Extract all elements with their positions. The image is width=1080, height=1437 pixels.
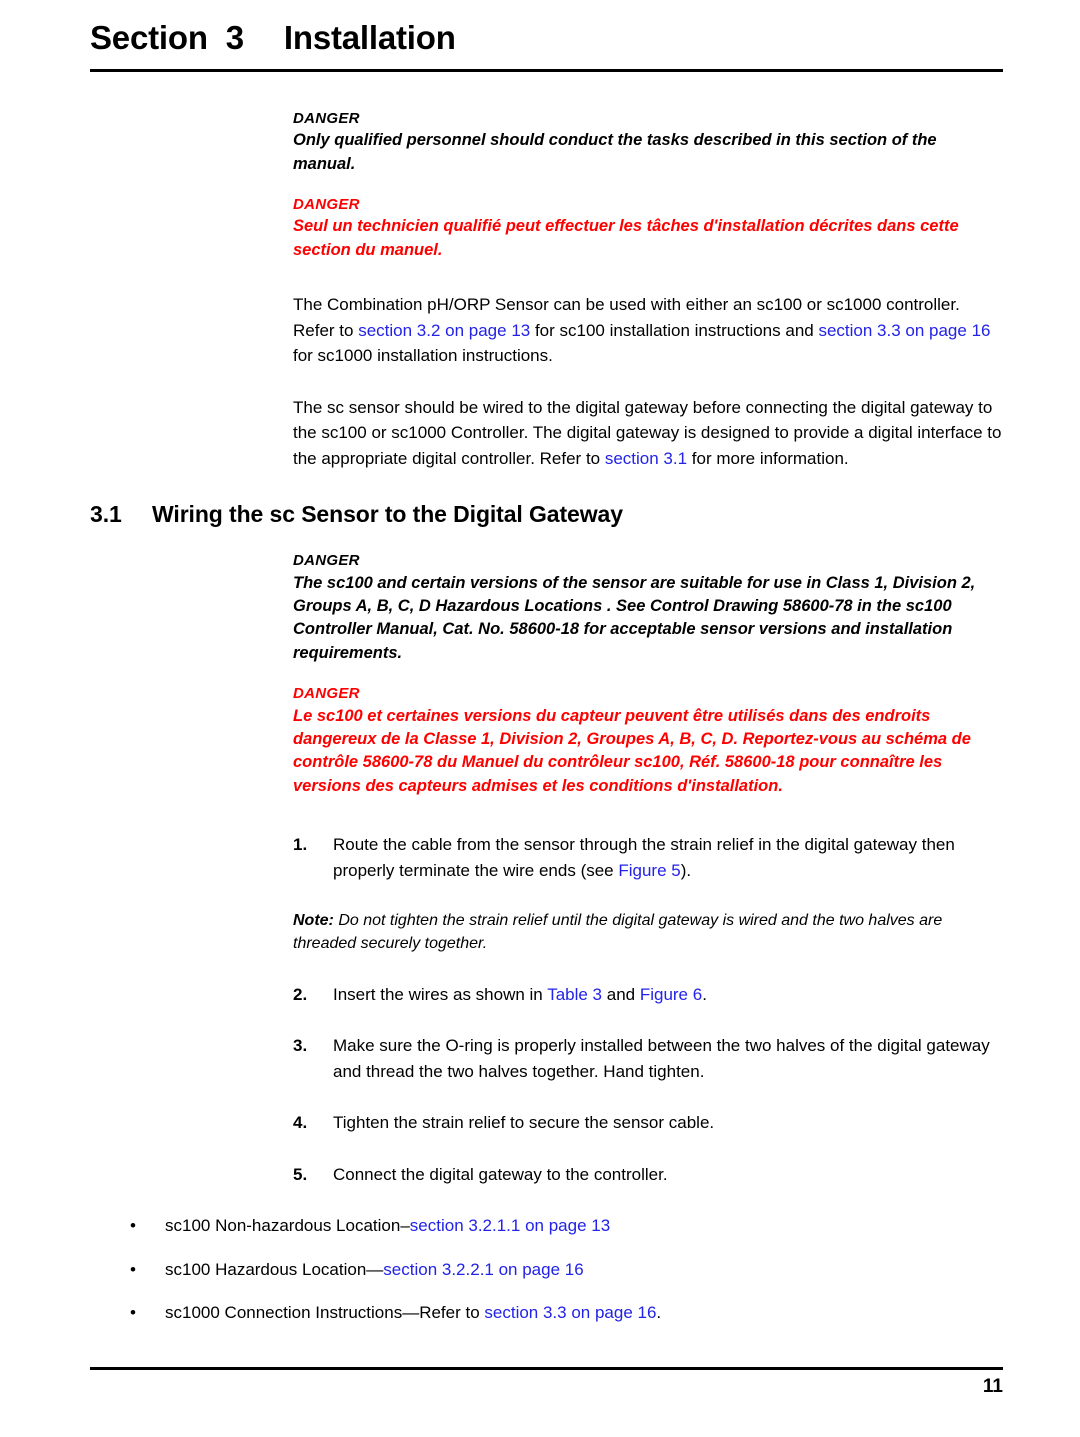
step-text: Tighten the strain relief to secure the … [333, 1113, 715, 1133]
paragraph-text: for more information. [687, 448, 849, 468]
danger-body: Le sc100 et certaines versions du capteu… [293, 706, 971, 795]
section-title: Wiring the sc Sensor to the Digital Gate… [152, 501, 623, 528]
bullet-text: sc1000 Connection Instructions—Refer to … [165, 1300, 840, 1326]
step-text-part: and [602, 984, 640, 1004]
xref-section-3-2-2-1-page-16[interactable]: section 3.2.2.1 on page 16 [383, 1260, 583, 1279]
danger-label: DANGER [293, 110, 360, 127]
step-text: Connect the digital gateway to the contr… [333, 1164, 668, 1184]
page-footer: 11 [90, 1367, 1003, 1398]
intro-paragraph-1: The Combination pH/ORP Sensor can be use… [293, 292, 1003, 369]
step-text-part: Insert the wires as shown in [333, 984, 548, 1004]
bullet-dot-icon: • [130, 1216, 136, 1236]
step-text: Insert the wires as shown in Table 3 and… [333, 982, 1003, 1008]
step-item-5: 5. Connect the digital gateway to the co… [293, 1162, 1003, 1188]
note-block: Note: Do not tighten the strain relief u… [293, 909, 1003, 955]
page-number: 11 [982, 1376, 1003, 1397]
bullet-item-2: • sc100 Hazardous Location—section 3.2.2… [130, 1257, 840, 1283]
xref-figure-5[interactable]: Figure 5 [618, 861, 680, 880]
note-label: Note: [293, 912, 334, 930]
danger-notice-french-2: DANGER Le sc100 et certaines versions du… [293, 683, 1003, 798]
page-header: Section 3 Installation [90, 18, 1003, 72]
bullet-text-part: sc1000 Connection Instructions—Refer to [165, 1303, 485, 1323]
step-item-3: 3. Make sure the O-ring is properly inst… [293, 1033, 1003, 1084]
header-section-name: Installation [283, 19, 456, 56]
bullet-dot-icon: • [130, 1259, 136, 1279]
xref-section-3-1[interactable]: section 3.1 [605, 449, 687, 468]
danger-label: DANGER [293, 552, 360, 570]
bullet-text-part: . [656, 1303, 662, 1323]
step-text: Route the cable from the sensor through … [333, 832, 1003, 883]
section-heading-3-1: 3.1 Wiring the sc Sensor to the Digital … [90, 501, 1003, 528]
document-page: Section 3 Installation DANGER Only quali… [0, 0, 1080, 1437]
bullet-item-3: • sc1000 Connection Instructions—Refer t… [130, 1300, 840, 1326]
step-number: 5. [293, 1164, 308, 1184]
header-section-label: Section 3 [90, 19, 244, 56]
bullet-text-part: sc100 Hazardous Location— [165, 1259, 384, 1279]
step-number: 2. [293, 984, 308, 1004]
danger-body: The sc100 and certain versions of the se… [293, 573, 976, 662]
step-number: 4. [293, 1113, 308, 1133]
paragraph-text: for sc100 installation instructions and [530, 320, 819, 340]
step-text: Make sure the O-ring is properly install… [333, 1036, 990, 1081]
step-item-4: 4. Tighten the strain relief to secure t… [293, 1110, 1003, 1136]
danger-notice-french-1: DANGER Seul un technicien qualifié peut … [293, 194, 1003, 262]
xref-section-3-2-page-13[interactable]: section 3.2 on page 13 [358, 321, 530, 340]
bullet-text: sc100 Non-hazardous Location–section 3.2… [165, 1213, 840, 1239]
step-item-2: 2. Insert the wires as shown in Table 3 … [293, 982, 1003, 1008]
bullet-dot-icon: • [130, 1303, 136, 1323]
step-number: 1. [293, 835, 308, 855]
page-title: Section 3 Installation [90, 18, 1003, 58]
danger-notice-english-1: DANGER Only qualified personnel should c… [293, 108, 1003, 176]
xref-figure-6[interactable]: Figure 6 [640, 985, 702, 1004]
danger-body: Seul un technicien qualifié peut effectu… [293, 217, 959, 259]
step-item-1: 1. Route the cable from the sensor throu… [293, 832, 1003, 883]
header-divider [90, 68, 1003, 72]
section-number: 3.1 [90, 501, 122, 528]
bullet-text: sc100 Hazardous Location—section 3.2.2.1… [165, 1257, 840, 1283]
xref-section-3-3-page-16[interactable]: section 3.3 on page 16 [818, 321, 990, 340]
xref-section-3-2-1-1-page-13[interactable]: section 3.2.1.1 on page 13 [410, 1216, 610, 1235]
note-text: Do not tighten the strain relief until t… [293, 912, 943, 953]
step-number: 3. [293, 1036, 308, 1056]
danger-label: DANGER [293, 196, 360, 214]
paragraph-text: for sc1000 installation instructions. [293, 346, 553, 366]
page-content: DANGER Only qualified personnel should c… [90, 108, 1003, 1326]
footer-divider [90, 1367, 1003, 1370]
xref-table-3[interactable]: Table 3 [547, 985, 602, 1004]
bullet-text-part: sc100 Non-hazardous Location– [165, 1216, 410, 1236]
bullet-item-1: • sc100 Non-hazardous Location–section 3… [130, 1213, 840, 1239]
intro-paragraph-2: The sc sensor should be wired to the dig… [293, 395, 1003, 472]
xref-section-3-3-page-16-bullet[interactable]: section 3.3 on page 16 [484, 1303, 656, 1322]
danger-label: DANGER [293, 685, 360, 703]
danger-notice-english-2: DANGER The sc100 and certain versions of… [293, 550, 1003, 665]
step-text-part: ). [680, 860, 692, 880]
danger-body: Only qualified personnel should conduct … [293, 131, 937, 173]
step-text-part: . [702, 984, 707, 1004]
